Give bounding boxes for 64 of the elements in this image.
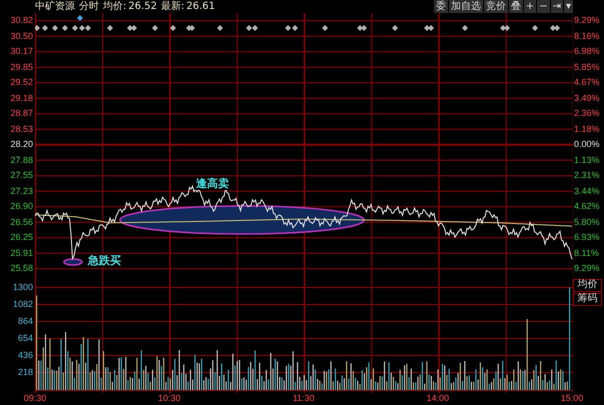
percent-label: 6.93%	[574, 233, 600, 242]
last-price-value: 26.61	[186, 0, 216, 13]
toolbar-button[interactable]: ⇥	[550, 0, 563, 13]
volume-label: 654	[18, 334, 33, 342]
percent-label: 6.98%	[574, 47, 600, 56]
price-label: 26.56	[10, 218, 33, 227]
average-price-label: 均价:	[103, 0, 126, 13]
annotation-label: 逢高卖	[195, 177, 230, 190]
price-label: 30.50	[10, 32, 33, 41]
price-label: 28.20	[10, 140, 33, 150]
time-label: 09:30	[22, 394, 48, 402]
toolbar-button[interactable]: ▾	[564, 0, 573, 13]
toolbar-button[interactable]: +	[524, 0, 536, 13]
toolbar-button[interactable]: 加自选	[448, 0, 483, 13]
highlight-ellipse	[63, 258, 83, 266]
price-label: 29.52	[10, 78, 33, 88]
average-price-value: 26.52	[128, 0, 158, 13]
volume-label: 218	[18, 368, 33, 376]
toolbar-button[interactable]: −	[537, 0, 550, 13]
time-label: 11:30	[292, 394, 316, 402]
toolbar-button[interactable]: 竞价	[484, 0, 508, 13]
percent-label: 2.31%	[574, 171, 600, 180]
toolbar-button[interactable]: 叠	[508, 0, 523, 13]
percent-label: 9.29%	[574, 264, 600, 274]
percent-label: 2.36%	[574, 109, 600, 118]
price-label: 30.17	[10, 47, 33, 56]
annotation-label: 急跌买	[87, 254, 122, 267]
side-button[interactable]: 均价	[573, 278, 602, 292]
percent-label: 8.16%	[574, 32, 600, 41]
percent-label: 5.80%	[574, 218, 600, 227]
price-label: 28.87	[10, 109, 33, 118]
percent-label: 1.18%	[574, 124, 600, 134]
price-label: 29.18	[10, 94, 33, 103]
volume-label: 1082	[12, 300, 33, 308]
volume-label: 1300	[12, 282, 33, 292]
volume-label: 864	[18, 316, 33, 326]
time-label: 15:00	[560, 394, 584, 402]
percent-label: 5.85%	[574, 62, 600, 72]
price-label: 27.88	[10, 156, 33, 165]
price-label: 30.82	[10, 16, 33, 26]
price-label: 27.55	[10, 171, 33, 180]
price-label: 26.25	[10, 233, 33, 242]
time-label: 14:00	[425, 394, 450, 402]
percent-label: 3.44%	[574, 186, 600, 196]
side-button[interactable]: 筹码	[573, 292, 602, 306]
time-label: 10:30	[156, 394, 182, 402]
percent-label: 1.13%	[574, 156, 600, 165]
percent-label: 9.29%	[574, 16, 600, 26]
price-label: 25.91	[10, 248, 33, 258]
last-price-label: 最新:	[161, 0, 184, 13]
percent-label: 3.49%	[574, 94, 600, 103]
percent-label: 4.62%	[574, 202, 600, 212]
percent-label: 0.00%	[574, 140, 600, 150]
price-label: 29.85	[10, 62, 33, 72]
price-label: 26.90	[10, 202, 33, 212]
price-label: 28.53	[10, 124, 33, 134]
stock-name: 中矿资源	[35, 0, 75, 13]
volume-label: 436	[18, 350, 33, 360]
price-label: 27.23	[10, 186, 33, 196]
price-label: 25.58	[10, 264, 33, 274]
toolbar-button[interactable]: 委	[434, 0, 448, 13]
percent-label: 8.11%	[574, 248, 599, 258]
percent-label: 4.67%	[574, 78, 600, 88]
chart-mode: 分时	[79, 0, 99, 13]
